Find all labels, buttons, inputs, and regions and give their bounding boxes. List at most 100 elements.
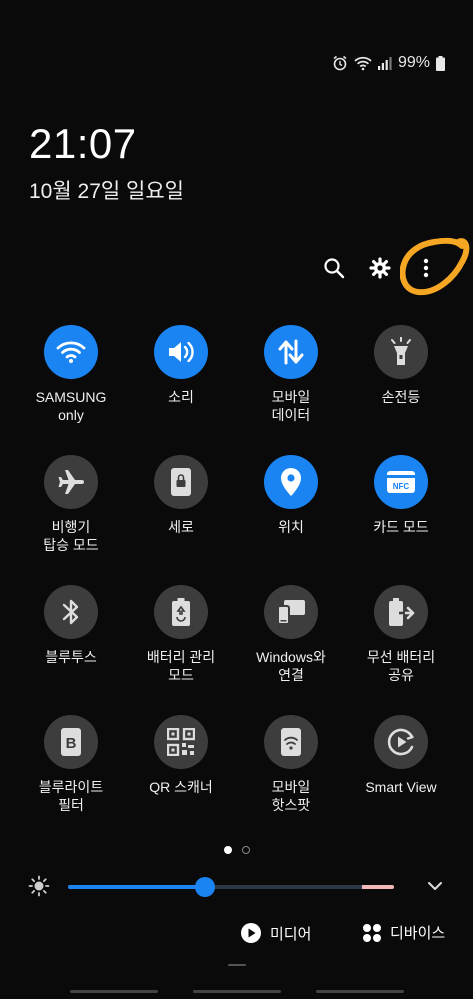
tile-smart-view-label: Smart View (365, 779, 437, 795)
tile-sound-button[interactable] (154, 325, 208, 379)
tile-qr-scanner-label: QR 스캐너 (149, 779, 213, 795)
tile-location-button[interactable] (264, 455, 318, 509)
expand-brightness-button[interactable] (427, 878, 443, 899)
tile-flashlight[interactable]: 손전등 (346, 325, 456, 429)
bluetooth-icon (62, 599, 79, 625)
mobile-data-icon (278, 339, 304, 365)
tile-bluetooth-button[interactable] (44, 585, 98, 639)
smart-view-icon (387, 728, 414, 756)
devices-grid-icon (363, 923, 381, 942)
battery-icon (436, 55, 445, 71)
tile-wifi[interactable]: SAMSUNG only (16, 325, 126, 429)
more-vert-icon (423, 258, 429, 278)
panel-drag-handle[interactable] (228, 964, 246, 966)
tile-airplane-label: 비행기 탑승 모드 (43, 519, 99, 553)
tile-battery-saver-button[interactable] (154, 585, 208, 639)
search-button[interactable] (311, 255, 357, 281)
wifi-status-icon (354, 56, 372, 70)
tile-link-to-windows-label: Windows와 연결 (256, 649, 326, 683)
tile-flashlight-button[interactable] (374, 325, 428, 379)
tile-hotspot[interactable]: 모바일 핫스팟 (236, 715, 346, 819)
clock-time[interactable]: 21:07 (29, 120, 137, 168)
link-to-windows-icon (277, 600, 305, 625)
tile-flashlight-label: 손전등 (381, 389, 421, 405)
tile-nfc-label: 카드 모드 (373, 519, 429, 535)
media-label: 미디어 (270, 925, 312, 943)
tile-smart-view-button[interactable] (374, 715, 428, 769)
tile-sound-label: 소리 (168, 389, 194, 405)
brightness-slider-thumb[interactable] (194, 877, 215, 897)
clock-date[interactable]: 10월 27일 일요일 (29, 175, 184, 205)
play-circle-icon (241, 923, 261, 943)
tile-location[interactable]: 위치 (236, 455, 346, 559)
battery-percent: 99% (397, 54, 430, 71)
tile-blue-light-label: 블루라이트 필터 (38, 779, 104, 813)
tile-wireless-powershare-label: 무선 배터리 공유 (366, 649, 436, 683)
more-options-button[interactable] (403, 255, 449, 281)
settings-button[interactable] (357, 255, 403, 281)
tile-wifi-label: SAMSUNG only (35, 389, 107, 423)
tile-smart-view[interactable]: Smart View (346, 715, 456, 819)
portrait-lock-icon (171, 468, 191, 496)
tile-mobile-data-button[interactable] (264, 325, 318, 379)
panel-actions (311, 255, 449, 281)
tile-qr-scanner-button[interactable] (154, 715, 208, 769)
tile-link-to-windows-button[interactable] (264, 585, 318, 639)
search-icon (324, 258, 345, 279)
tile-mobile-data-label: 모바일 데이터 (271, 389, 311, 423)
status-bar: 99% (332, 54, 445, 72)
page-dot-1[interactable] (223, 846, 232, 854)
tile-hotspot-label: 모바일 핫스팟 (271, 779, 311, 813)
tile-airplane-button[interactable] (44, 455, 98, 509)
nav-home-button[interactable] (193, 990, 281, 993)
alarm-icon (333, 55, 347, 71)
media-button[interactable]: 미디어 (240, 922, 311, 944)
tile-qr-scanner[interactable]: QR 스캐너 (126, 715, 236, 819)
svg-text:B: B (66, 735, 77, 752)
tile-mobile-data[interactable]: 모바일 데이터 (236, 325, 346, 429)
navigation-bar (0, 988, 473, 999)
airplane-icon (58, 470, 84, 494)
nav-recents-button[interactable] (70, 990, 158, 993)
hotspot-icon (281, 728, 301, 756)
nav-back-button[interactable] (316, 990, 404, 993)
brightness-icon (28, 875, 50, 897)
wireless-powershare-icon (389, 598, 415, 626)
tile-hotspot-button[interactable] (264, 715, 318, 769)
tile-bluetooth[interactable]: 블루투스 (16, 585, 126, 689)
qr-scanner-icon (167, 728, 195, 756)
tile-nfc[interactable]: NFC 카드 모드 (346, 455, 456, 559)
wifi-icon (56, 341, 86, 363)
tile-wifi-button[interactable] (44, 325, 98, 379)
tile-portrait-button[interactable] (154, 455, 208, 509)
brightness-slider[interactable] (68, 877, 394, 897)
tile-wireless-powershare[interactable]: 무선 배터리 공유 (346, 585, 456, 689)
tile-portrait[interactable]: 세로 (126, 455, 236, 559)
sound-icon (169, 341, 194, 363)
media-devices-bar: 미디어 디바이스 (0, 922, 473, 948)
devices-label: 디바이스 (390, 925, 446, 942)
tile-sound[interactable]: 소리 (126, 325, 236, 429)
tile-location-label: 위치 (278, 519, 304, 535)
tile-portrait-label: 세로 (168, 519, 194, 535)
location-icon (281, 468, 301, 496)
devices-button[interactable]: 디바이스 (362, 922, 445, 943)
tile-blue-light-button[interactable]: B (44, 715, 98, 769)
tile-nfc-button[interactable]: NFC (374, 455, 428, 509)
chevron-down-icon (428, 882, 442, 890)
page-dot-2[interactable] (241, 846, 250, 854)
brightness-control (0, 872, 473, 902)
tile-blue-light[interactable]: B 블루라이트 필터 (16, 715, 126, 819)
tile-airplane[interactable]: 비행기 탑승 모드 (16, 455, 126, 559)
brightness-slider-end (362, 885, 394, 889)
tile-wireless-powershare-button[interactable] (374, 585, 428, 639)
blue-light-filter-icon: B (61, 728, 81, 756)
quick-settings-grid: SAMSUNG only 소리 모바일 데이터 손전등 비행기 탑승 모드 세로… (16, 325, 457, 819)
tile-link-to-windows[interactable]: Windows와 연결 (236, 585, 346, 689)
svg-text:NFC: NFC (393, 482, 410, 491)
signal-icon (377, 57, 392, 70)
flashlight-icon (391, 337, 411, 365)
tile-battery-saver[interactable]: 배터리 관리 모드 (126, 585, 236, 689)
nfc-icon: NFC (387, 471, 415, 493)
tile-bluetooth-label: 블루투스 (45, 649, 97, 665)
